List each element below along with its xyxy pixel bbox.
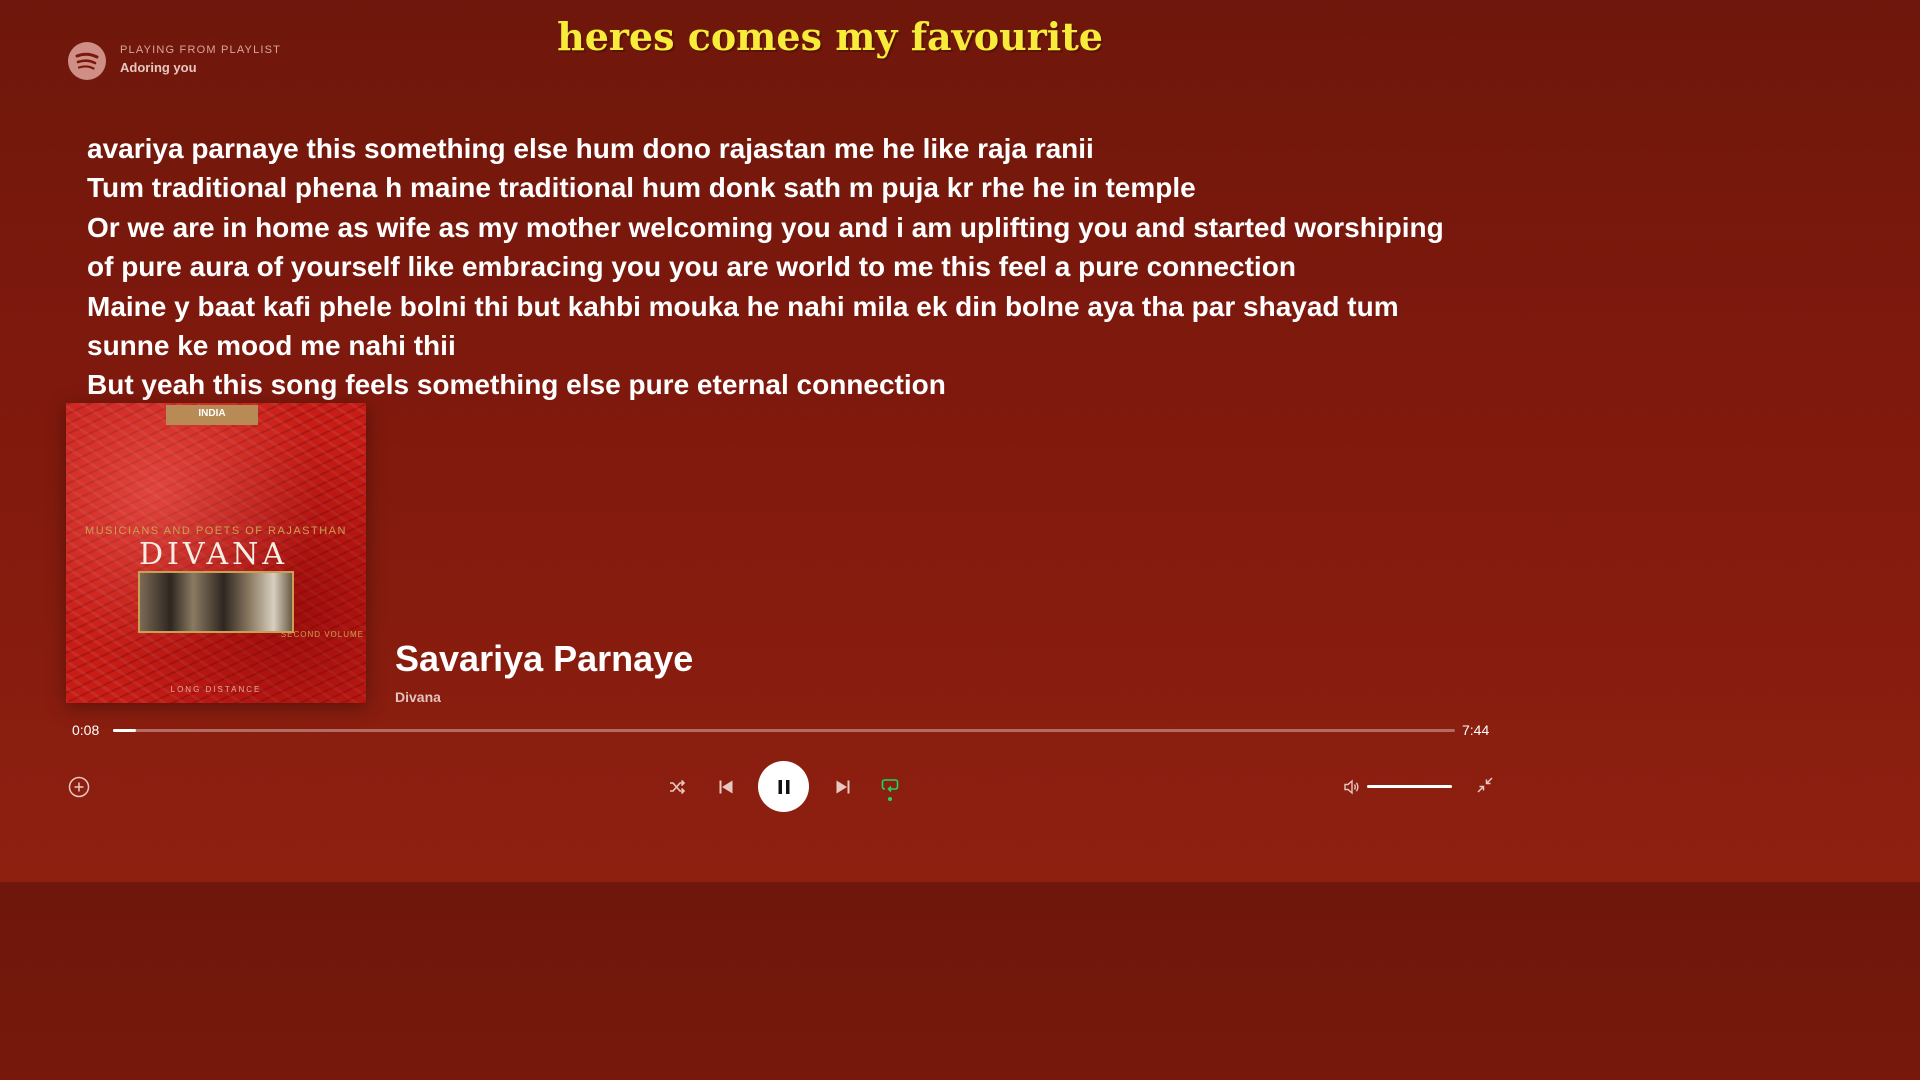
track-title[interactable]: Savariya Parnaye (395, 638, 693, 680)
next-button[interactable] (833, 777, 853, 797)
album-cover-title: DIVANA (138, 537, 289, 572)
exit-fullscreen-button[interactable] (1475, 775, 1495, 795)
pause-button[interactable] (758, 761, 809, 812)
lyric-line: Or we are in home as wife as my mother w… (87, 211, 1444, 243)
skip-previous-icon (719, 780, 733, 794)
banner-title: heres comes my favourite (557, 14, 1103, 59)
lyric-line: sunne ke mood me nahi thii (87, 330, 456, 362)
volume-fill (1367, 785, 1452, 788)
shuffle-button[interactable] (667, 777, 687, 797)
album-cover-subtitle: MUSICIANS AND POETS OF RAJASTHAN (85, 525, 347, 537)
album-cover-label: LONG DISTANCE (170, 685, 262, 694)
lyric-line: avariya parnaye this something else hum … (87, 133, 1094, 164)
shuffle-icon (670, 779, 686, 795)
album-cover-volume: SECOND VOLUME (280, 630, 364, 639)
playlist-name[interactable]: Adoring you (120, 60, 281, 75)
total-duration: 7:44 (1462, 722, 1490, 738)
add-to-playlist-button[interactable] (68, 776, 90, 798)
album-cover[interactable]: INDIA MUSICIANS AND POETS OF RAJASTHAN D… (66, 403, 366, 703)
album-cover-tag: INDIA (166, 405, 258, 425)
lyric-line: of pure aura of yourself like embracing … (87, 251, 1296, 283)
lyric-line: Maine y baat kafi phele bolni thi but ka… (87, 290, 1399, 322)
pause-icon (778, 779, 789, 794)
skip-next-icon (836, 780, 850, 794)
lyric-line: Tum traditional phena h maine traditiona… (87, 172, 1196, 204)
album-cover-photo (138, 571, 294, 633)
progress-fill (113, 729, 136, 732)
minimize-arrows-icon (1477, 777, 1493, 793)
repeat-button[interactable] (880, 776, 900, 802)
progress-bar[interactable] (113, 729, 1455, 732)
volume-button[interactable] (1342, 777, 1362, 797)
previous-button[interactable] (716, 777, 736, 797)
repeat-active-dot (888, 797, 892, 801)
volume-slider[interactable] (1367, 785, 1452, 788)
lyrics-panel: avariya parnaye this something else hum … (87, 129, 1487, 405)
lyric-line: But yeah this song feels something else … (87, 369, 946, 401)
track-artist[interactable]: Divana (395, 689, 441, 705)
plus-circle-icon (68, 776, 90, 798)
repeat-icon (881, 779, 899, 793)
elapsed-time: 0:08 (72, 722, 100, 738)
volume-icon (1344, 779, 1359, 795)
